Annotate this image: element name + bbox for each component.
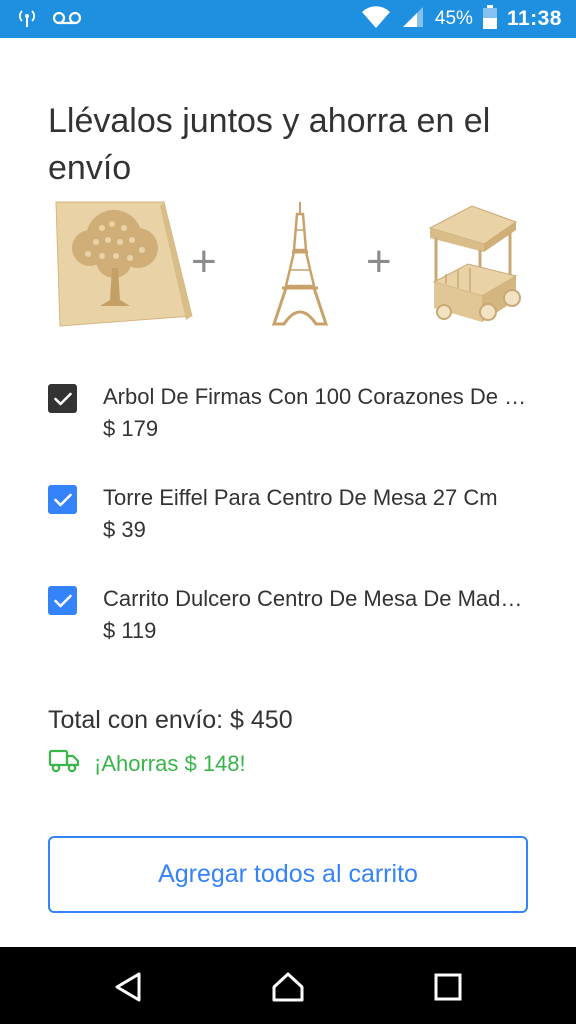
home-icon[interactable] (268, 967, 308, 1007)
bundle-item: Torre Eiffel Para Centro De Mesa 27 Cm $… (48, 483, 538, 553)
checkmark-icon (53, 392, 72, 405)
truck-icon (48, 748, 80, 780)
system-nav-bar (0, 947, 576, 1024)
battery-percent: 45% (434, 8, 473, 29)
voicemail-icon (52, 8, 82, 33)
savings-text: ¡Ahorras $ 148! (94, 751, 246, 776)
bundle-item: Carrito Dulcero Centro De Mesa De Madera… (48, 584, 538, 654)
eiffel-tower-image[interactable] (270, 200, 330, 328)
back-icon[interactable] (108, 967, 148, 1007)
bundle-section: Llévalos juntos y ahorra en el envío + +… (0, 38, 576, 947)
item-price: $ 39 (103, 517, 146, 542)
checkmark-icon (53, 594, 72, 607)
item-checkbox[interactable] (48, 384, 77, 413)
item-name[interactable]: Carrito Dulcero Centro De Mesa De Madera (103, 584, 528, 614)
item-name[interactable]: Torre Eiffel Para Centro De Mesa 27 Cm (103, 483, 528, 513)
item-price: $ 119 (103, 618, 157, 643)
status-clock: 11:38 (506, 7, 562, 30)
bundle-item: Arbol De Firmas Con 100 Corazones De Mad… (48, 382, 538, 452)
item-price: $ 179 (103, 416, 159, 441)
battery-icon (482, 4, 497, 34)
bundle-title: Llévalos juntos y ahorra en el envío (48, 102, 491, 187)
add-all-to-cart-button[interactable]: Agregar todos al carrito (48, 836, 528, 913)
status-bar: 45% 11:38 (0, 0, 576, 38)
wifi-icon (361, 5, 391, 34)
total-with-shipping: Total con envío: $ 450 (48, 706, 293, 734)
plus-sign: + (366, 237, 392, 286)
plus-sign: + (191, 237, 217, 286)
candy-cart-image[interactable] (424, 204, 528, 328)
cell-signal-icon (401, 5, 425, 34)
checkmark-icon (53, 493, 72, 506)
item-checkbox[interactable] (48, 586, 77, 615)
savings-row: ¡Ahorras $ 148! (48, 748, 246, 780)
tree-signature-board-image[interactable] (52, 198, 194, 328)
recents-icon[interactable] (428, 967, 468, 1007)
broadcast-icon (16, 7, 38, 34)
item-checkbox[interactable] (48, 485, 77, 514)
item-name[interactable]: Arbol De Firmas Con 100 Corazones De Mad… (103, 382, 528, 412)
